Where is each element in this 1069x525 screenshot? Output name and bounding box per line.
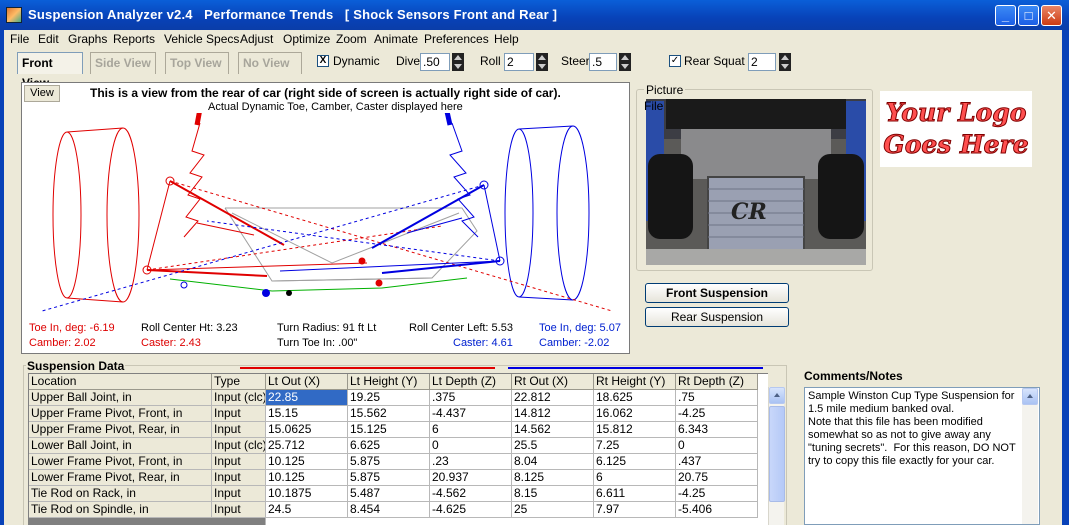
table-cell[interactable]: 10.125 <box>266 454 348 470</box>
table-cell[interactable]: 15.0625 <box>266 422 348 438</box>
table-column-header: Lt Depth (Z) <box>430 374 512 390</box>
table-cell[interactable]: 22.85 <box>266 390 348 406</box>
table-cell[interactable]: -4.562 <box>430 486 512 502</box>
table-column-header: Lt Height (Y) <box>348 374 430 390</box>
table-cell[interactable]: -4.437 <box>430 406 512 422</box>
table-column-header: Type <box>212 374 266 390</box>
scroll-up-icon[interactable] <box>1022 388 1038 405</box>
table-cell[interactable]: 6.611 <box>594 486 676 502</box>
table-cell[interactable]: 10.125 <box>266 470 348 486</box>
table-cell: Input (clc) <box>212 438 266 454</box>
table-cell: Lower Frame Pivot, Front, in <box>29 454 212 470</box>
table-cell[interactable]: 25.712 <box>266 438 348 454</box>
table-cell[interactable]: 22.812 <box>512 390 594 406</box>
table-cell[interactable]: 6 <box>430 422 512 438</box>
table-cell[interactable]: 19.25 <box>348 390 430 406</box>
table-cell[interactable]: .375 <box>430 390 512 406</box>
table-cell[interactable]: -4.25 <box>676 486 758 502</box>
table-cell[interactable]: 10.1875 <box>266 486 348 502</box>
table-cell: Input (clc) <box>212 390 266 406</box>
table-cell[interactable]: 8.125 <box>512 470 594 486</box>
table-cell[interactable]: 7.25 <box>594 438 676 454</box>
table-cell[interactable]: 5.487 <box>348 486 430 502</box>
table-cell: Upper Frame Pivot, Front, in <box>29 406 212 422</box>
table-column-header: Lt Out (X) <box>266 374 348 390</box>
table-cell[interactable]: 5.875 <box>348 454 430 470</box>
table-cell: Input <box>212 454 266 470</box>
table-cell[interactable]: 0 <box>430 438 512 454</box>
comments-scrollbar[interactable] <box>1022 388 1038 524</box>
table-row[interactable]: Tie Rod on Spindle, in Input 24.5 8.454 -4.6… <box>29 502 768 518</box>
table-cell[interactable]: 8.454 <box>348 502 430 518</box>
suspension-data-grid[interactable]: Location Type Lt Out (X) Lt Height (Y) Lt De… <box>28 373 768 525</box>
table-cell[interactable]: 20.937 <box>430 470 512 486</box>
table-cell[interactable]: 6.343 <box>676 422 758 438</box>
table-row[interactable]: Lower Ball Joint, in Input (clc) 25.712 6.6… <box>29 438 768 454</box>
table-cell: Upper Ball Joint, in <box>29 390 212 406</box>
table-cell[interactable]: 14.562 <box>512 422 594 438</box>
table-cell[interactable]: 15.125 <box>348 422 430 438</box>
table-cell[interactable]: 20.75 <box>676 470 758 486</box>
table-cell[interactable]: 6.625 <box>348 438 430 454</box>
table-cell[interactable]: 15.812 <box>594 422 676 438</box>
table-cell[interactable]: 6.125 <box>594 454 676 470</box>
scroll-up-icon[interactable] <box>769 387 785 404</box>
table-column-header: Rt Height (Y) <box>594 374 676 390</box>
comments-title: Comments/Notes <box>804 369 903 383</box>
table-cell[interactable]: 25 <box>512 502 594 518</box>
table-cell <box>29 518 266 525</box>
table-cell: Input <box>212 486 266 502</box>
table-cell[interactable]: 6 <box>594 470 676 486</box>
table-cell[interactable]: 25.5 <box>512 438 594 454</box>
table-cell: Lower Ball Joint, in <box>29 438 212 454</box>
table-cell: Tie Rod on Rack, in <box>29 486 212 502</box>
table-cell: Input <box>212 406 266 422</box>
table-cell[interactable]: 7.97 <box>594 502 676 518</box>
table-cell[interactable]: 24.5 <box>266 502 348 518</box>
table-cell[interactable]: 5.875 <box>348 470 430 486</box>
table-cell: Upper Frame Pivot, Rear, in <box>29 422 212 438</box>
table-row[interactable]: Upper Frame Pivot, Rear, in Input 15.0625 1… <box>29 422 768 438</box>
table-cell[interactable]: 18.625 <box>594 390 676 406</box>
data-scrollbar[interactable] <box>768 387 785 525</box>
table-cell[interactable]: 8.04 <box>512 454 594 470</box>
table-cell[interactable]: .75 <box>676 390 758 406</box>
table-cell: Input <box>212 422 266 438</box>
comments-text: Sample Winston Cup Type Suspension for 1… <box>808 390 1016 467</box>
table-column-header: Rt Depth (Z) <box>676 374 758 390</box>
table-cell[interactable]: .437 <box>676 454 758 470</box>
table-cell[interactable]: 8.15 <box>512 486 594 502</box>
table-cell: Tie Rod on Spindle, in <box>29 502 212 518</box>
table-cell[interactable]: -4.625 <box>430 502 512 518</box>
table-cell: Lower Frame Pivot, Rear, in <box>29 470 212 486</box>
table-cell[interactable]: -5.406 <box>676 502 758 518</box>
table-header-row: Location Type Lt Out (X) Lt Height (Y) Lt De… <box>29 374 768 390</box>
table-row[interactable]: Upper Ball Joint, in Input (clc) 22.85 19.2… <box>29 390 768 406</box>
table-row[interactable]: Upper Frame Pivot, Front, in Input 15.15 15… <box>29 406 768 422</box>
table-row <box>29 518 768 525</box>
table-cell[interactable]: .23 <box>430 454 512 470</box>
table-cell[interactable]: 0 <box>676 438 758 454</box>
table-column-header: Rt Out (X) <box>512 374 594 390</box>
table-cell: Input <box>212 502 266 518</box>
comments-textarea[interactable]: Sample Winston Cup Type Suspension for 1… <box>804 387 1040 525</box>
table-cell[interactable]: 14.812 <box>512 406 594 422</box>
table-cell[interactable]: -4.25 <box>676 406 758 422</box>
table-cell[interactable]: 16.062 <box>594 406 676 422</box>
table-cell[interactable]: 15.562 <box>348 406 430 422</box>
table-cell[interactable]: 15.15 <box>266 406 348 422</box>
table-cell: Input <box>212 470 266 486</box>
table-row[interactable]: Lower Frame Pivot, Front, in Input 10.125 5… <box>29 454 768 470</box>
table-row[interactable]: Lower Frame Pivot, Rear, in Input 10.125 5.… <box>29 470 768 486</box>
table-row[interactable]: Tie Rod on Rack, in Input 10.1875 5.487 -4.5… <box>29 486 768 502</box>
table-column-header: Location <box>29 374 212 390</box>
scroll-thumb[interactable] <box>769 406 785 502</box>
